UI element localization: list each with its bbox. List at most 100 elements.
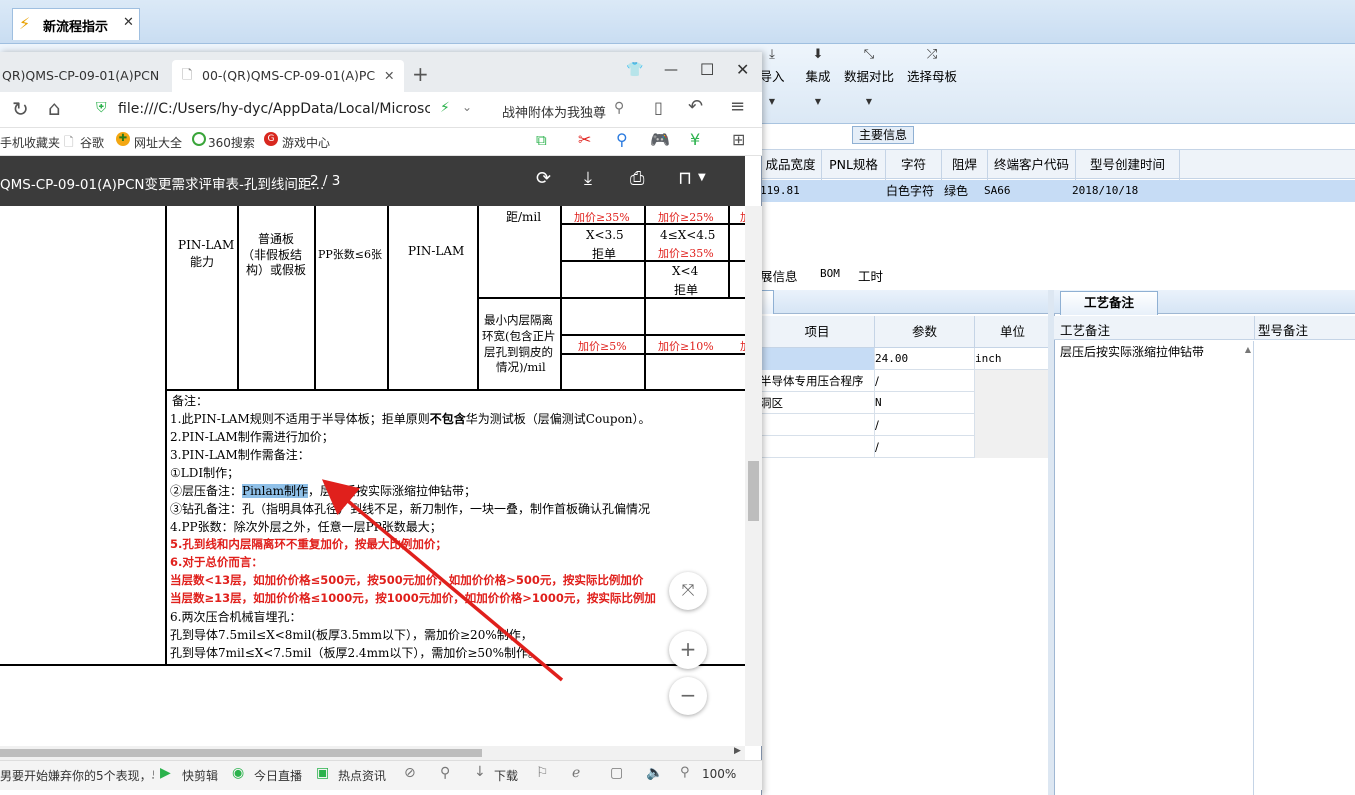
process-note-field[interactable]: 层压后按实际涨缩拉伸钻带 ▲	[1056, 341, 1254, 795]
col-header: 参数	[875, 316, 975, 348]
col-header[interactable]: 终端客户代码	[988, 150, 1076, 180]
close-window-icon[interactable]: ✕	[736, 60, 749, 79]
ie-icon[interactable]: ℯ	[572, 765, 580, 781]
home-icon[interactable]: ⌂	[48, 96, 61, 120]
vertical-scrollbar[interactable]	[745, 206, 762, 746]
tab-process-notes[interactable]: 工艺备注	[1060, 291, 1158, 315]
bookmark-games[interactable]: 游戏中心	[282, 134, 330, 151]
tab-ext-info[interactable]: 展信息	[760, 266, 798, 285]
close-icon[interactable]: ✕	[123, 15, 134, 30]
status-live[interactable]: 今日直播	[254, 767, 302, 784]
scroll-right-icon[interactable]: ▶	[734, 746, 741, 756]
window-icon[interactable]: ▢	[610, 765, 623, 781]
rotate-icon[interactable]: ⟳	[536, 168, 551, 189]
zoom-search-icon[interactable]: ⚲	[680, 765, 690, 780]
speed-icon[interactable]: ⊘	[404, 765, 416, 781]
cell-text: 拒单	[674, 283, 699, 297]
undo-icon[interactable]: ↶	[688, 96, 703, 117]
table-row[interactable]: 洞区 N	[760, 392, 1050, 414]
status-hot-news[interactable]: 热点资讯	[338, 767, 386, 784]
volume-icon[interactable]: 🔈	[646, 765, 663, 781]
chevron-down-icon[interactable]: ▼	[698, 172, 706, 183]
zoom-out-button[interactable]: −	[669, 677, 707, 715]
zoom-level[interactable]: 100%	[702, 767, 736, 781]
bookmark-360[interactable]: 360搜索	[208, 134, 255, 151]
minimize-icon[interactable]: —	[664, 62, 678, 78]
tab-labor[interactable]: 工时	[858, 266, 883, 285]
browser-tab-active[interactable]: 🗋 00-(QR)QMS-CP-09-01(A)PCN ✕	[172, 60, 404, 92]
table-row[interactable]: 24.00 inch	[760, 348, 1050, 370]
table-row[interactable]: /	[760, 414, 1050, 436]
app-tab[interactable]: ⚡ 新流程指示 ✕	[12, 8, 140, 40]
bookmark-site-nav[interactable]: 网址大全	[134, 134, 182, 151]
shuffle-icon: ⤮	[926, 47, 938, 62]
refresh-icon[interactable]: ↻	[12, 97, 29, 121]
chevron-down-icon[interactable]: ⌄	[462, 100, 472, 114]
table-row[interactable]: 119.81 白色字符 绿色 SA66 2018/10/18	[760, 180, 1355, 202]
search-field[interactable]: 战神附体为我独尊 ⚲	[496, 96, 634, 124]
toolbar-integrate-button[interactable]: ⬇ 集成 ▼	[800, 44, 836, 124]
apps-icon[interactable]: ⊞	[732, 130, 745, 149]
maximize-icon[interactable]: ☐	[700, 60, 714, 79]
splitter[interactable]	[1048, 290, 1054, 795]
col-header[interactable]: 阻焊	[942, 150, 988, 180]
flag-icon[interactable]: ⚐	[536, 765, 549, 781]
text-selection[interactable]: Pinlam制作	[242, 484, 309, 498]
table-row[interactable]: /	[760, 436, 1050, 458]
zoom-icon[interactable]: ⚲	[616, 130, 628, 149]
close-icon[interactable]: ✕	[384, 60, 394, 92]
pdf-page-area[interactable]: PIN-LAM 能力 普通板 （非假板结 构）或假板 PP张数≤6张 PIN-L…	[0, 206, 745, 746]
cell-value[interactable]: 24.00	[875, 348, 975, 370]
print-icon[interactable]: ⎙	[630, 168, 644, 189]
tab-bom[interactable]: BOM	[820, 267, 840, 280]
toolbar-select-master-button[interactable]: ⤮ 选择母板	[904, 44, 960, 124]
col-header[interactable]: PNL规格	[822, 150, 886, 180]
tab-main-info[interactable]: 主要信息	[852, 126, 914, 144]
col-header[interactable]: 字符	[886, 150, 942, 180]
cell-text: 拒单	[592, 247, 617, 261]
horizontal-scrollbar[interactable]: ▶	[0, 746, 745, 760]
status-quick-edit[interactable]: 快剪辑	[182, 767, 218, 784]
note-line: 6.两次压合机械盲埋孔：	[170, 610, 302, 624]
col-header[interactable]: 型号创建时间	[1076, 150, 1180, 180]
cell-text: PP张数≤6张	[318, 248, 383, 261]
fit-page-button[interactable]: ⤧	[669, 572, 707, 610]
bookmark-icon[interactable]: ⊓	[678, 168, 692, 189]
download-icon[interactable]: ⤓	[584, 168, 592, 189]
cell-customer: SA66	[984, 184, 1011, 197]
pdf-toolbar: QMS-CP-09-01(A)PCN变更需求评审表-孔到线间距... 2 / 3…	[0, 156, 745, 206]
notes-heading: 备注：	[172, 394, 209, 408]
cell-text: 加价≥35%	[574, 211, 630, 224]
cell-value[interactable]: N	[875, 392, 975, 414]
translate-icon[interactable]: ⧉	[536, 131, 547, 149]
phone-icon[interactable]: ▯	[654, 98, 663, 117]
note-line: ③钻孔备注：孔（指明具体孔径）到线不足，新刀制作，一块一叠，制作首板确认孔偏情况	[170, 502, 651, 516]
cell-value[interactable]: /	[875, 370, 975, 392]
scrollbar-thumb[interactable]	[748, 461, 759, 521]
col-header[interactable]: 成品宽度	[760, 150, 822, 180]
scroll-up-icon[interactable]: ▲	[1245, 345, 1251, 354]
wallet-icon[interactable]: ¥	[690, 130, 700, 149]
pin-icon[interactable]: ⚲	[440, 765, 450, 781]
gamepad-icon[interactable]: 🎮	[650, 130, 670, 149]
cell-value[interactable]: /	[875, 436, 975, 458]
lightning-icon[interactable]: ⚡	[440, 100, 450, 116]
scrollbar-thumb[interactable]	[0, 749, 482, 757]
new-tab-icon[interactable]: +	[412, 62, 429, 86]
table-row[interactable]: 半导体专用压合程序 /	[760, 370, 1050, 392]
zoom-in-button[interactable]: +	[669, 631, 707, 669]
news-ticker[interactable]: 男要开始嫌弃你的5个表现，早	[0, 767, 154, 784]
menu-icon[interactable]: ≡	[730, 96, 745, 117]
bookmark-mobile[interactable]: 手机收藏夹	[0, 134, 60, 151]
toolbar-compare-button[interactable]: ⤡ 数据对比 ▼	[842, 44, 896, 124]
bookmark-google[interactable]: 谷歌	[80, 134, 104, 151]
shirt-icon[interactable]: 👕	[626, 62, 643, 78]
params-tab[interactable]	[760, 290, 774, 314]
url-field[interactable]: ⛨ file:///C:/Users/hy-dyc/AppData/Local/…	[92, 96, 484, 124]
status-download[interactable]: 下载	[494, 767, 518, 784]
search-icon[interactable]: ⚲	[614, 100, 624, 116]
browser-tab[interactable]: QR)QMS-CP-09-01(A)PCN	[0, 60, 168, 92]
cell-value[interactable]: /	[875, 414, 975, 436]
scissors-icon[interactable]: ✂	[578, 130, 591, 149]
col-header: 项目	[760, 316, 875, 348]
